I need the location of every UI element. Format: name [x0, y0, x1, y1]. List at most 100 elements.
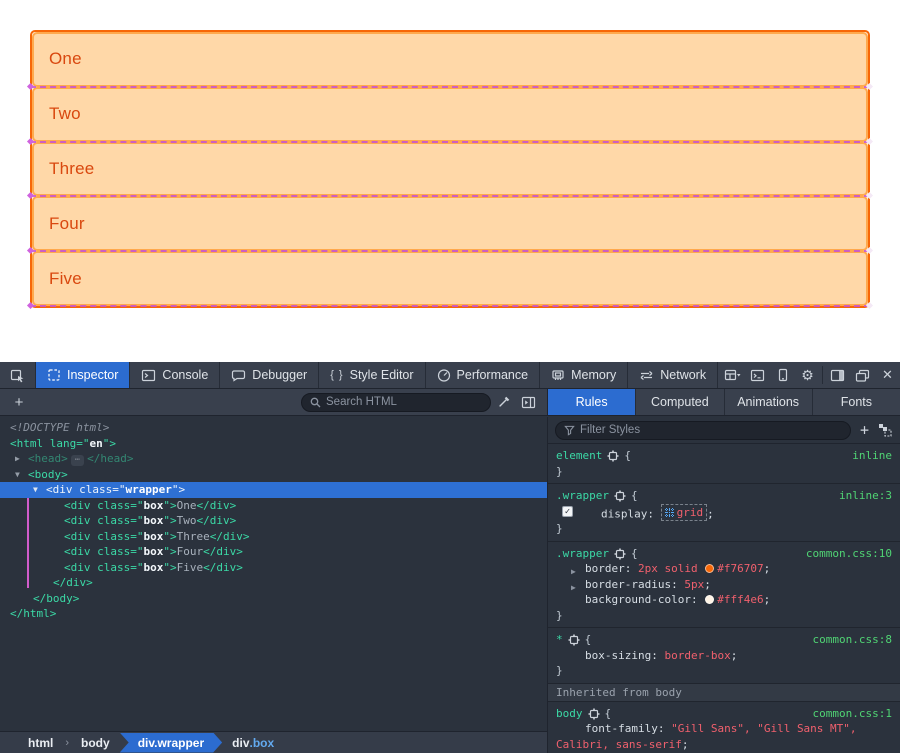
- markup-row[interactable]: </div>: [0, 575, 547, 591]
- split-console-button[interactable]: [745, 362, 770, 389]
- rule-selector[interactable]: element: [556, 448, 602, 464]
- markup-token: </div>: [196, 514, 236, 527]
- css-declaration[interactable]: ▶border: 2px solid #f76707;: [556, 561, 892, 577]
- settings-gear-button[interactable]: ⚙: [795, 362, 820, 389]
- css-property-name[interactable]: box-sizing: [585, 649, 651, 662]
- add-node-button[interactable]: +: [6, 394, 32, 411]
- sidebar-tab-rules[interactable]: Rules: [548, 389, 636, 415]
- rule-source-link[interactable]: inline: [852, 448, 892, 464]
- css-declaration[interactable]: font-family: "Gill Sans", "Gill Sans MT"…: [556, 721, 892, 752]
- markup-row[interactable]: <div class="box">Two</div>: [0, 513, 547, 529]
- breadcrumb-item[interactable]: div.wrapper: [120, 733, 222, 753]
- markup-row[interactable]: <html lang="en">: [0, 436, 547, 452]
- css-property-value[interactable]: grid: [677, 505, 704, 521]
- tab-console[interactable]: Console: [130, 362, 220, 388]
- css-property-name[interactable]: border-radius: [585, 578, 671, 591]
- tab-network[interactable]: Network: [628, 362, 718, 388]
- filter-styles-input[interactable]: [580, 424, 842, 436]
- css-declaration[interactable]: ✓display: grid;: [556, 504, 892, 522]
- breadcrumb-item[interactable]: html: [18, 736, 63, 750]
- search-html-input[interactable]: [326, 396, 482, 408]
- breadcrumb-item[interactable]: body: [71, 736, 120, 750]
- twisty-icon[interactable]: ▼: [33, 482, 38, 498]
- markup-row[interactable]: ▶<head>⋯</head>: [0, 451, 547, 467]
- three-pane-toggle-button[interactable]: [516, 389, 541, 416]
- console-icon: [141, 369, 156, 382]
- markup-row[interactable]: ▼<body>: [0, 467, 547, 483]
- semicolon: ;: [707, 507, 714, 520]
- markup-row[interactable]: <div class="box">Five</div>: [0, 560, 547, 576]
- add-rule-button[interactable]: +: [860, 421, 869, 439]
- markup-token: </body>: [33, 592, 79, 605]
- css-property-value[interactable]: 5px: [684, 578, 704, 591]
- sidebar-tab-fonts[interactable]: Fonts: [813, 389, 900, 415]
- tab-memory[interactable]: Memory: [540, 362, 628, 388]
- iframe-picker-button[interactable]: [720, 362, 745, 389]
- markup-row[interactable]: <!DOCTYPE html>: [0, 420, 547, 436]
- rules-toolbar: +: [548, 417, 900, 444]
- separate-window-icon: [855, 369, 870, 382]
- markup-token: box: [143, 514, 163, 527]
- dock-side-button[interactable]: [825, 362, 850, 389]
- breadcrumb-label: html: [28, 736, 53, 750]
- separate-window-button[interactable]: [850, 362, 875, 389]
- selector-highlighter-icon[interactable]: [588, 708, 600, 720]
- css-declaration[interactable]: background-color: #fff4e6;: [556, 592, 892, 608]
- markup-row[interactable]: <div class="box">Four</div>: [0, 544, 547, 560]
- pick-element-button[interactable]: [0, 362, 36, 388]
- rule-selector[interactable]: body: [556, 706, 583, 722]
- rule-selector[interactable]: .wrapper: [556, 488, 609, 504]
- responsive-design-button[interactable]: [770, 362, 795, 389]
- css-property-value[interactable]: #f76707: [717, 562, 763, 575]
- sidebar-tab-computed[interactable]: Computed: [636, 389, 724, 415]
- selector-highlighter-icon[interactable]: [614, 490, 626, 502]
- css-declaration[interactable]: box-sizing: border-box;: [556, 648, 892, 664]
- grid-toggle-icon[interactable]: [665, 508, 674, 517]
- markup-token: </div>: [210, 530, 250, 543]
- css-property-name[interactable]: display: [601, 507, 647, 520]
- css-property-value[interactable]: border-box: [664, 649, 730, 662]
- color-swatch[interactable]: [705, 595, 714, 604]
- markup-row[interactable]: ▼<div class="wrapper">: [0, 482, 547, 498]
- css-property-name[interactable]: border: [585, 562, 625, 575]
- selector-highlighter-icon[interactable]: [614, 548, 626, 560]
- declaration-checkbox[interactable]: ✓: [562, 506, 573, 517]
- rule-selector[interactable]: .wrapper: [556, 546, 609, 562]
- tab-inspector[interactable]: Inspector: [36, 362, 130, 388]
- css-declaration[interactable]: ▶border-radius: 5px;: [556, 577, 892, 593]
- css-property-name[interactable]: background-color: [585, 593, 691, 606]
- inherited-from-header: Inherited from body: [548, 684, 900, 702]
- devtools-panel: InspectorConsoleDebugger{ }Style EditorP…: [0, 362, 900, 753]
- css-property-value[interactable]: #fff4e6: [717, 593, 763, 606]
- tab-debugger[interactable]: Debugger: [220, 362, 319, 388]
- color-swatch[interactable]: [705, 564, 714, 573]
- twisty-icon[interactable]: ▼: [15, 467, 20, 483]
- css-property-value[interactable]: 2px solid: [638, 562, 704, 575]
- grid-highlighter-badge[interactable]: grid: [661, 504, 708, 522]
- rule-source-link[interactable]: inline:3: [839, 488, 892, 504]
- markup-token: wrapper: [125, 483, 171, 496]
- markup-row[interactable]: <div class="box">Three</div>: [0, 529, 547, 545]
- selector-highlighter-icon[interactable]: [568, 634, 580, 646]
- tab-styleeditor[interactable]: { }Style Editor: [319, 362, 425, 388]
- sidebar-tab-animations[interactable]: Animations: [725, 389, 813, 415]
- css-rule: element{inline}: [548, 444, 900, 484]
- search-html-box[interactable]: [301, 393, 491, 412]
- selector-highlighter-icon[interactable]: [607, 450, 619, 462]
- breadcrumb-item[interactable]: div.box: [222, 736, 284, 750]
- rule-header: *{common.css:8: [556, 632, 892, 648]
- close-button[interactable]: ✕: [875, 362, 900, 389]
- twisty-icon[interactable]: ▶: [15, 451, 20, 467]
- markup-row[interactable]: </html>: [0, 606, 547, 622]
- filter-styles-box[interactable]: [555, 421, 851, 440]
- tab-performance[interactable]: Performance: [426, 362, 541, 388]
- markup-row[interactable]: <div class="box">One</div>: [0, 498, 547, 514]
- markup-row[interactable]: </body>: [0, 591, 547, 607]
- rule-selector[interactable]: *: [556, 632, 563, 648]
- eyedropper-button[interactable]: [491, 389, 516, 416]
- toggle-classes-button[interactable]: [878, 423, 893, 437]
- rule-source-link[interactable]: common.css:1: [813, 706, 892, 722]
- css-property-name[interactable]: font-family: [585, 722, 658, 735]
- rule-source-link[interactable]: common.css:10: [806, 546, 892, 562]
- rule-source-link[interactable]: common.css:8: [813, 632, 892, 648]
